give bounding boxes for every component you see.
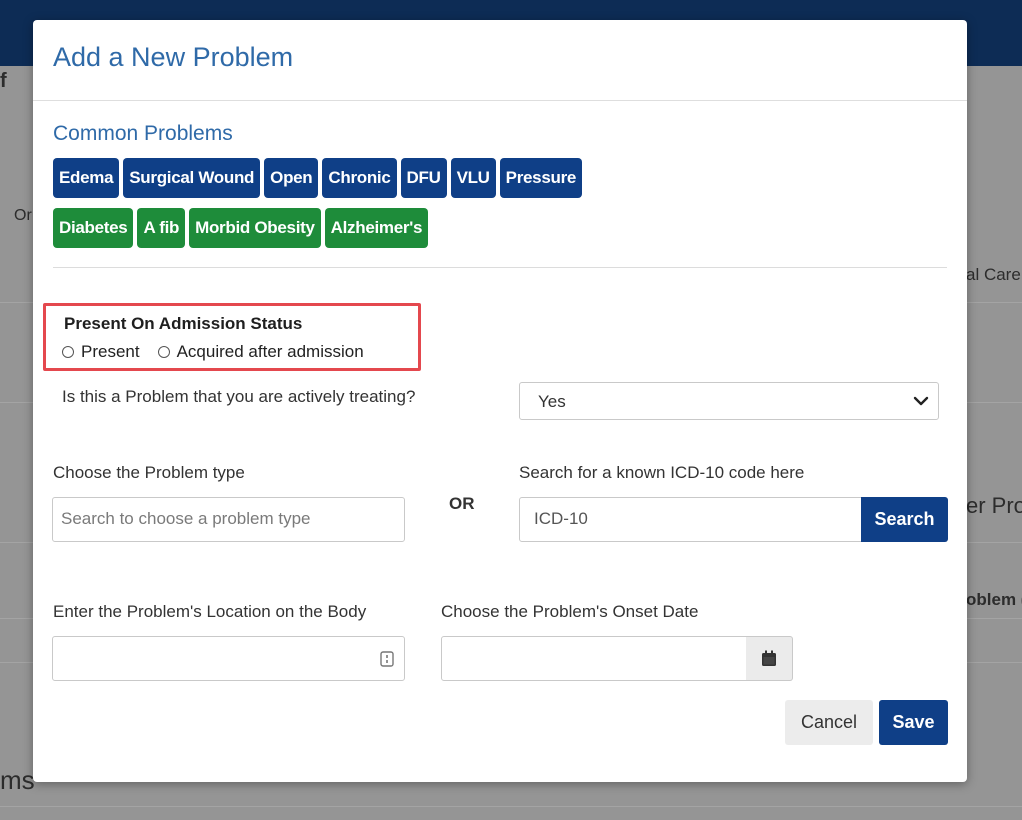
- radio-present-label[interactable]: Present: [81, 342, 140, 362]
- chip-surgical-wound[interactable]: Surgical Wound: [123, 158, 261, 198]
- background-text: Or: [14, 207, 32, 224]
- radio-acquired-label[interactable]: Acquired after admission: [177, 342, 364, 362]
- chip-pressure[interactable]: Pressure: [499, 158, 583, 198]
- icd-placeholder: ICD-10: [534, 509, 588, 528]
- common-problems-row-2: Diabetes A fib Morbid Obesity Alzheimer'…: [53, 208, 429, 248]
- background-text: ms: [0, 765, 35, 795]
- chip-open[interactable]: Open: [264, 158, 319, 198]
- common-problems-row-1: Edema Surgical Wound Open Chronic DFU VL…: [53, 158, 583, 198]
- calendar-icon: [762, 650, 776, 666]
- chip-edema[interactable]: Edema: [53, 158, 120, 198]
- admission-status-title: Present On Admission Status: [64, 314, 303, 333]
- chip-dfu[interactable]: DFU: [400, 158, 447, 198]
- chip-a-fib[interactable]: A fib: [137, 208, 186, 248]
- modal-title: Add a New Problem: [53, 42, 294, 72]
- background-divider: [0, 806, 1022, 807]
- save-button[interactable]: Save: [879, 700, 948, 745]
- problem-type-label: Choose the Problem type: [53, 463, 245, 482]
- common-problems-title: Common Problems: [53, 122, 233, 145]
- icd-label: Search for a known ICD-10 code here: [519, 463, 805, 482]
- admission-status-highlight: Present On Admission Status Present Acqu…: [43, 303, 421, 371]
- add-problem-modal: Add a New Problem Common Problems Edema …: [33, 20, 967, 782]
- chip-diabetes[interactable]: Diabetes: [53, 208, 134, 248]
- radio-present[interactable]: [62, 346, 74, 358]
- chip-alzheimers[interactable]: Alzheimer's: [324, 208, 429, 248]
- problem-type-placeholder: Search to choose a problem type: [61, 509, 311, 528]
- or-separator: OR: [449, 494, 475, 513]
- chip-morbid-obesity[interactable]: Morbid Obesity: [189, 208, 321, 248]
- onset-date-label: Choose the Problem's Onset Date: [441, 602, 699, 621]
- calendar-button[interactable]: [746, 636, 793, 681]
- problem-type-input[interactable]: Search to choose a problem type: [52, 497, 405, 542]
- location-label: Enter the Problem's Location on the Body: [53, 602, 367, 621]
- background-text: er Pro: [966, 493, 1022, 518]
- header-divider: [33, 100, 967, 101]
- list-icon: [380, 651, 394, 667]
- background-text: f: [0, 70, 7, 92]
- icd-search-button[interactable]: Search: [861, 497, 948, 542]
- actively-treating-select[interactable]: Yes: [519, 382, 939, 420]
- actively-treating-label: Is this a Problem that you are actively …: [62, 387, 416, 406]
- background-text: oblem (: [966, 590, 1022, 609]
- background-text: al Care: [966, 265, 1021, 284]
- icd-search-input[interactable]: ICD-10: [519, 497, 862, 542]
- cancel-button[interactable]: Cancel: [785, 700, 873, 745]
- radio-acquired[interactable]: [157, 346, 170, 358]
- actively-treating-value: Yes: [538, 392, 566, 411]
- onset-date-input[interactable]: [441, 636, 747, 681]
- chip-chronic[interactable]: Chronic: [322, 158, 397, 198]
- section-divider: [53, 267, 947, 268]
- admission-status-options: Present Acquired after admission: [62, 342, 382, 362]
- chevron-down-icon: [913, 396, 929, 406]
- location-input[interactable]: [52, 636, 405, 681]
- chip-vlu[interactable]: VLU: [450, 158, 496, 198]
